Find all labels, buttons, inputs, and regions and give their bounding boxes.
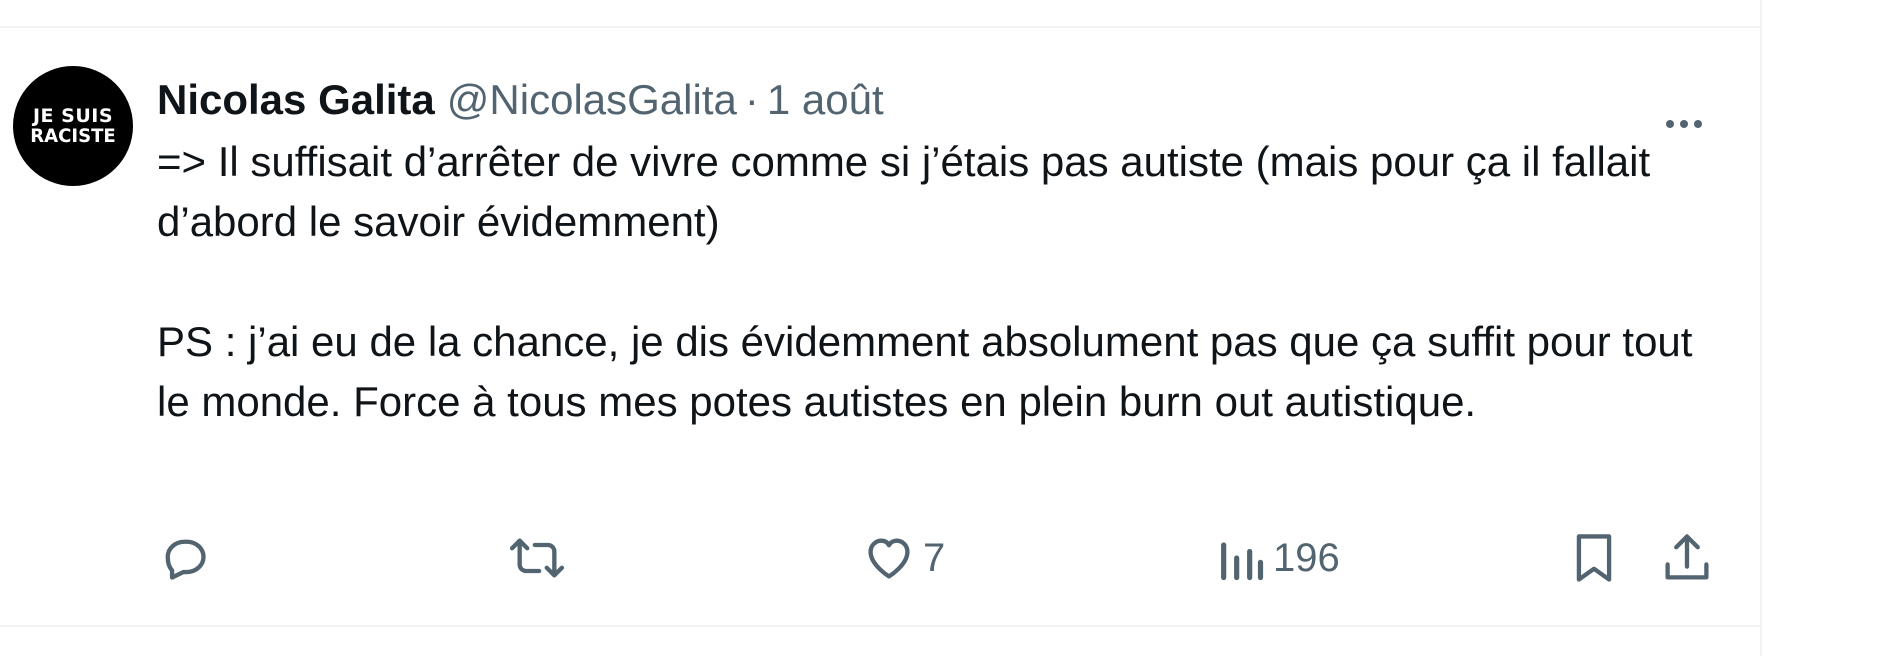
tweet-header: Nicolas Galita @NicolasGalita · 1 août: [157, 70, 884, 130]
timeline: JE SUIS RACISTE Nicolas Galita @NicolasG…: [0, 0, 1762, 656]
reply-icon: [165, 539, 206, 580]
tweet-actions: 7 196: [0, 528, 1760, 588]
heart-icon: [868, 538, 910, 579]
share-icon: [1665, 534, 1709, 580]
avatar-text-line2: RACISTE: [30, 124, 116, 147]
retweet-icon: [509, 538, 565, 578]
avatar[interactable]: JE SUIS RACISTE: [13, 66, 133, 186]
header-separator: ·: [744, 76, 759, 123]
divider-bottom: [0, 625, 1762, 627]
tweet-paragraph-2: PS : j’ai eu de la chance, je dis évidem…: [157, 318, 1693, 425]
author-name[interactable]: Nicolas Galita: [157, 76, 435, 124]
tweet[interactable]: JE SUIS RACISTE Nicolas Galita @NicolasG…: [0, 28, 1760, 625]
reply-button[interactable]: [158, 528, 210, 588]
views-icon: [1221, 542, 1264, 581]
bookmark-button[interactable]: [1568, 528, 1620, 588]
more-horizontal-icon: [1666, 120, 1674, 128]
author-handle[interactable]: @NicolasGalita: [447, 76, 737, 124]
like-button[interactable]: 7: [863, 528, 945, 588]
retweet-button[interactable]: [508, 528, 566, 588]
bookmark-icon: [1576, 534, 1612, 582]
avatar-text-line1: JE SUIS: [32, 104, 114, 127]
like-count: 7: [923, 535, 946, 580]
tweet-paragraph-1: => Il suffisait d’arrêter de vivre comme…: [157, 138, 1651, 245]
views-count: 196: [1273, 535, 1340, 580]
tweet-text: => Il suffisait d’arrêter de vivre comme…: [157, 132, 1717, 432]
share-button[interactable]: [1661, 528, 1713, 588]
views-button[interactable]: 196: [1217, 528, 1340, 588]
tweet-date[interactable]: 1 août: [767, 76, 884, 124]
